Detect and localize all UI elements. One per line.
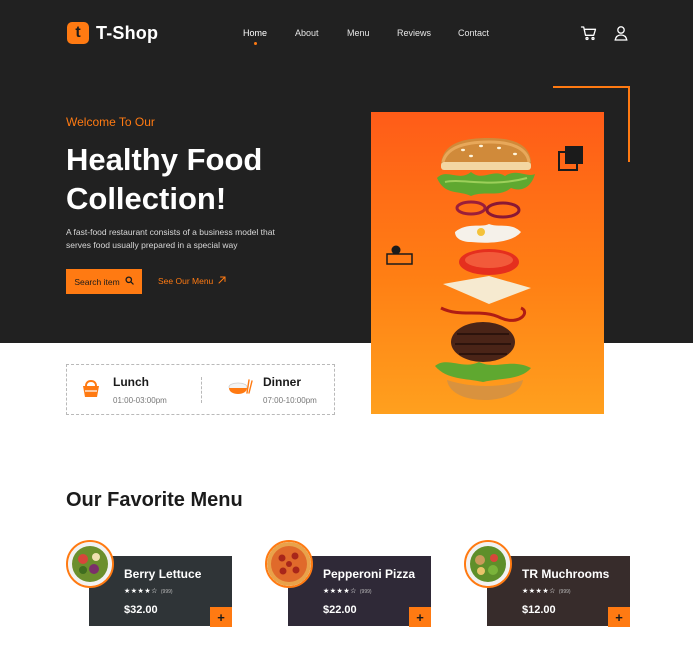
hours-lunch: Lunch 01:00-03:00pm	[79, 365, 199, 414]
search-item-button[interactable]: Search item	[66, 269, 142, 294]
headline-line: Collection!	[66, 181, 227, 216]
menu-card-rating: ★★★★☆ (999)	[323, 587, 372, 595]
arrow-up-right-icon	[218, 276, 226, 286]
nav-item-home[interactable]: Home	[243, 28, 268, 45]
nav-item-label: Contact	[458, 28, 490, 38]
star-rating: ★★★★☆	[124, 588, 158, 595]
hours-divider	[201, 377, 202, 403]
logo[interactable]: t T-Shop	[67, 22, 158, 44]
add-to-cart-button[interactable]: +	[210, 607, 232, 627]
salad-bowl-icon	[66, 540, 114, 588]
salad-bowl-icon	[464, 540, 512, 588]
user-icon[interactable]	[612, 24, 630, 42]
hours-title: Lunch	[113, 375, 149, 389]
menu-card[interactable]: Pepperoni Pizza ★★★★☆ (999) $22.00 +	[265, 540, 431, 627]
nav-item-label: About	[295, 28, 319, 38]
star-rating: ★★★★☆	[522, 588, 556, 595]
see-our-menu-link[interactable]: See Our Menu	[158, 276, 226, 286]
menu-card[interactable]: Berry Lettuce ★★★★☆ (999) $32.00 +	[66, 540, 232, 627]
menu-card-name: Pepperoni Pizza	[323, 567, 416, 581]
cart-icon[interactable]	[580, 24, 598, 42]
nav-item-reviews[interactable]: Reviews	[397, 28, 431, 38]
menu-card-name: Berry Lettuce	[124, 567, 202, 581]
headline-line: Healthy Food	[66, 142, 263, 177]
menu-card-rating: ★★★★☆ (999)	[124, 587, 173, 595]
nav-item-label: Menu	[347, 28, 370, 38]
nav-item-label: Reviews	[397, 28, 432, 38]
nav-item-menu[interactable]: Menu	[347, 28, 370, 38]
logo-text: T-Shop	[96, 22, 159, 43]
search-icon	[125, 276, 134, 287]
rating-count: (999)	[160, 589, 173, 595]
menu-card-price: $12.00	[522, 604, 556, 616]
favorite-menu-title: Our Favorite Menu	[66, 489, 243, 511]
hero-headline: Healthy Food Collection!	[66, 140, 356, 218]
star-rating: ★★★★☆	[323, 588, 357, 595]
menu-card[interactable]: TR Muchrooms ★★★★☆ (999) $12.00 +	[464, 540, 630, 627]
hero-description: A fast-food restaurant consists of a bus…	[66, 227, 275, 250]
burger-image	[371, 112, 604, 414]
logo-mark: t	[67, 22, 89, 44]
add-to-cart-button[interactable]: +	[409, 607, 431, 627]
opening-hours: Lunch 01:00-03:00pm Dinner 07:00-10:00pm	[66, 364, 335, 415]
active-indicator-dot	[253, 42, 257, 45]
rating-count: (999)	[359, 589, 372, 595]
rating-count: (999)	[558, 589, 571, 595]
hours-dinner: Dinner 07:00-10:00pm	[227, 365, 332, 414]
menu-card-rating: ★★★★☆ (999)	[522, 587, 571, 595]
menu-card-price: $22.00	[323, 604, 357, 616]
hours-title: Dinner	[263, 375, 302, 389]
nav-item-contact[interactable]: Contact	[458, 28, 489, 38]
menu-link-label: See Our Menu	[158, 276, 214, 286]
hours-time: 01:00-03:00pm	[113, 396, 167, 405]
nav-item-about[interactable]: About	[295, 28, 319, 38]
menu-card-price: $32.00	[124, 604, 158, 616]
pizza-icon	[265, 540, 313, 588]
rice-bowl-icon	[227, 377, 253, 406]
search-button-label: Search item	[74, 276, 120, 287]
nav-item-label: Home	[243, 28, 268, 38]
welcome-text: Welcome To Our	[66, 115, 155, 129]
menu-card-name: TR Muchrooms	[522, 567, 610, 581]
add-to-cart-button[interactable]: +	[608, 607, 630, 627]
lunch-box-icon	[79, 377, 103, 406]
hours-time: 07:00-10:00pm	[263, 396, 317, 405]
